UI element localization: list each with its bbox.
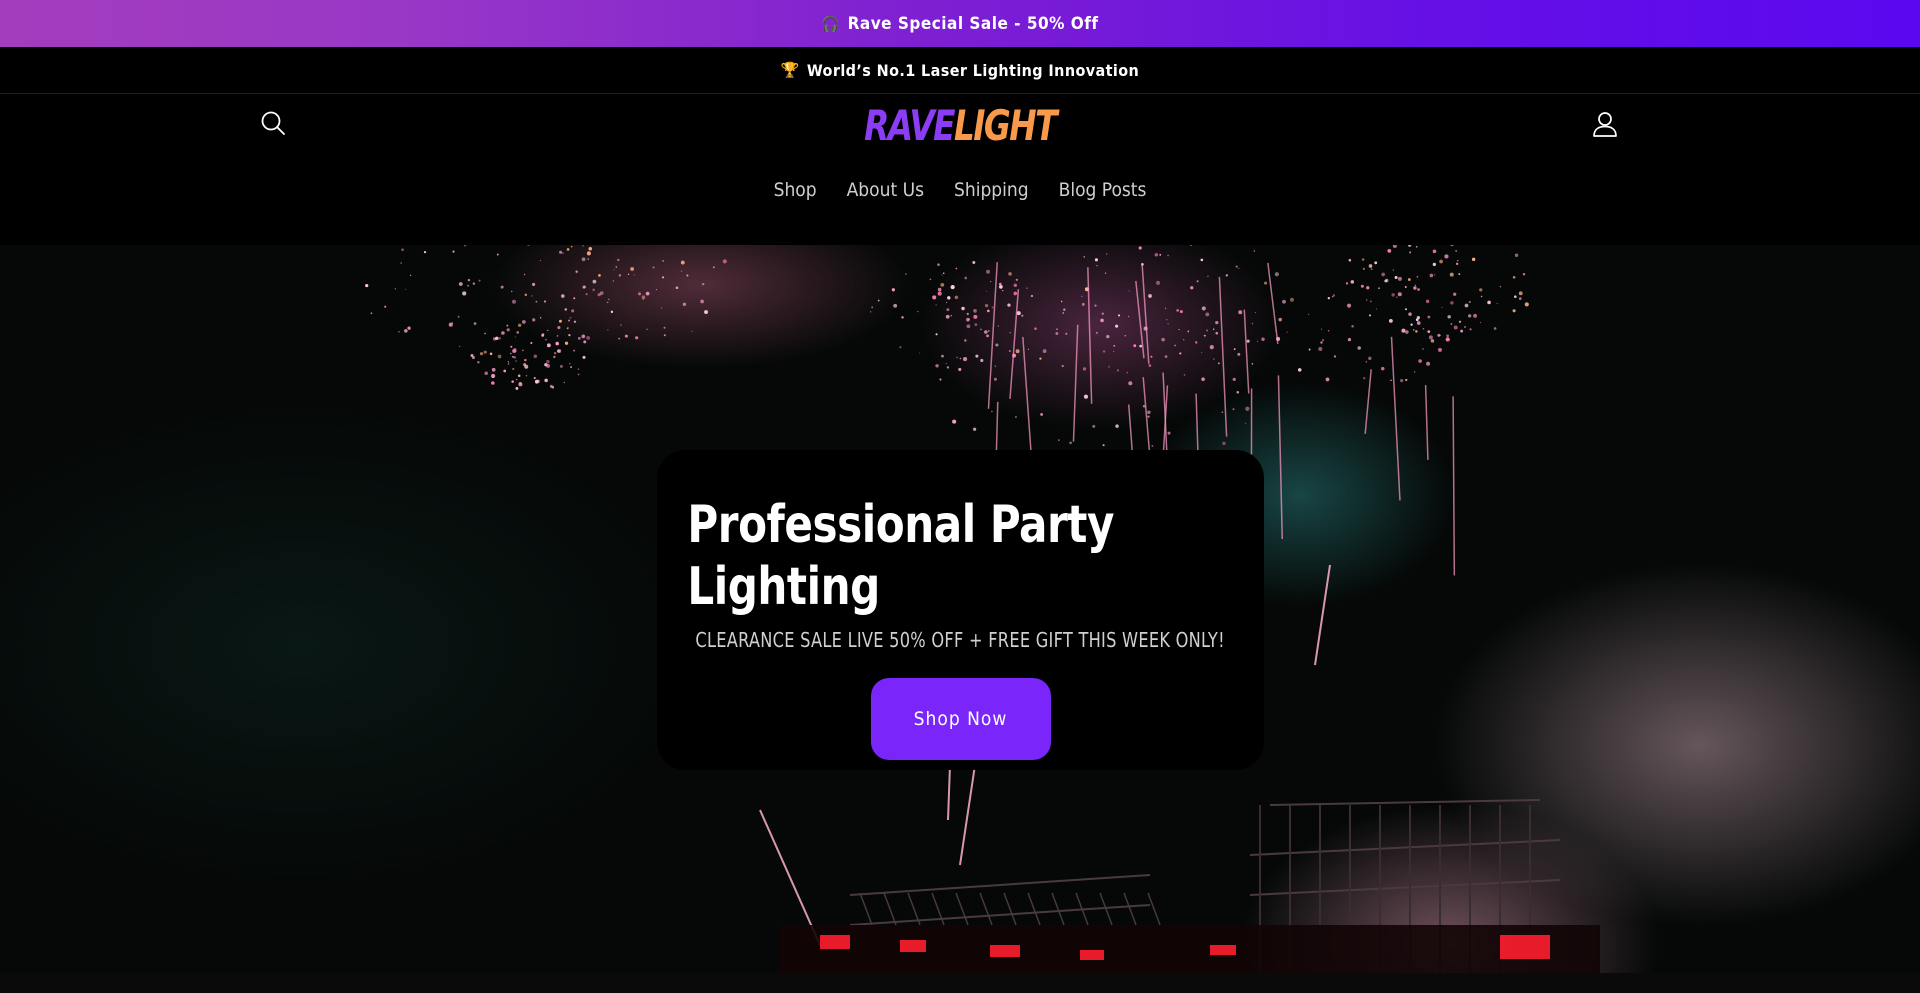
logo-light: LIGHT xyxy=(953,101,1057,150)
page-bottom-edge xyxy=(0,973,1920,993)
shop-now-button[interactable]: Shop Now xyxy=(870,678,1051,760)
hero-banner: Professional Party Lighting CLEARANCE SA… xyxy=(0,245,1920,973)
nav-blog-posts[interactable]: Blog Posts xyxy=(1044,178,1162,202)
user-icon xyxy=(1593,112,1617,137)
site-header: RAVELIGHT Shop About Us Shipping Blog Po… xyxy=(0,94,1920,245)
hero-title: Professional Party Lighting xyxy=(687,495,1114,617)
announcement-text: World’s No.1 Laser Lighting Innovation xyxy=(806,60,1140,80)
site-logo[interactable]: RAVELIGHT xyxy=(211,100,1709,152)
nav-about-us[interactable]: About Us xyxy=(832,178,939,202)
hero-subtitle: CLEARANCE SALE LIVE 50% OFF + FREE GIFT … xyxy=(695,628,1226,652)
promo-bar: 🎧 Rave Special Sale - 50% Off xyxy=(0,0,1920,47)
trophy-icon: 🏆 xyxy=(780,61,800,79)
nav-shipping[interactable]: Shipping xyxy=(939,178,1044,202)
logo-rave: RAVE xyxy=(864,101,955,150)
hero-card: Professional Party Lighting CLEARANCE SA… xyxy=(657,450,1264,770)
main-nav: Shop About Us Shipping Blog Posts xyxy=(0,178,1920,202)
announcement-bar: 🏆 World’s No.1 Laser Lighting Innovation xyxy=(0,47,1920,94)
headphones-icon: 🎧 xyxy=(821,14,841,33)
promo-text: Rave Special Sale - 50% Off xyxy=(847,13,1099,34)
nav-shop[interactable]: Shop xyxy=(759,178,832,202)
account-button[interactable] xyxy=(1589,108,1621,140)
